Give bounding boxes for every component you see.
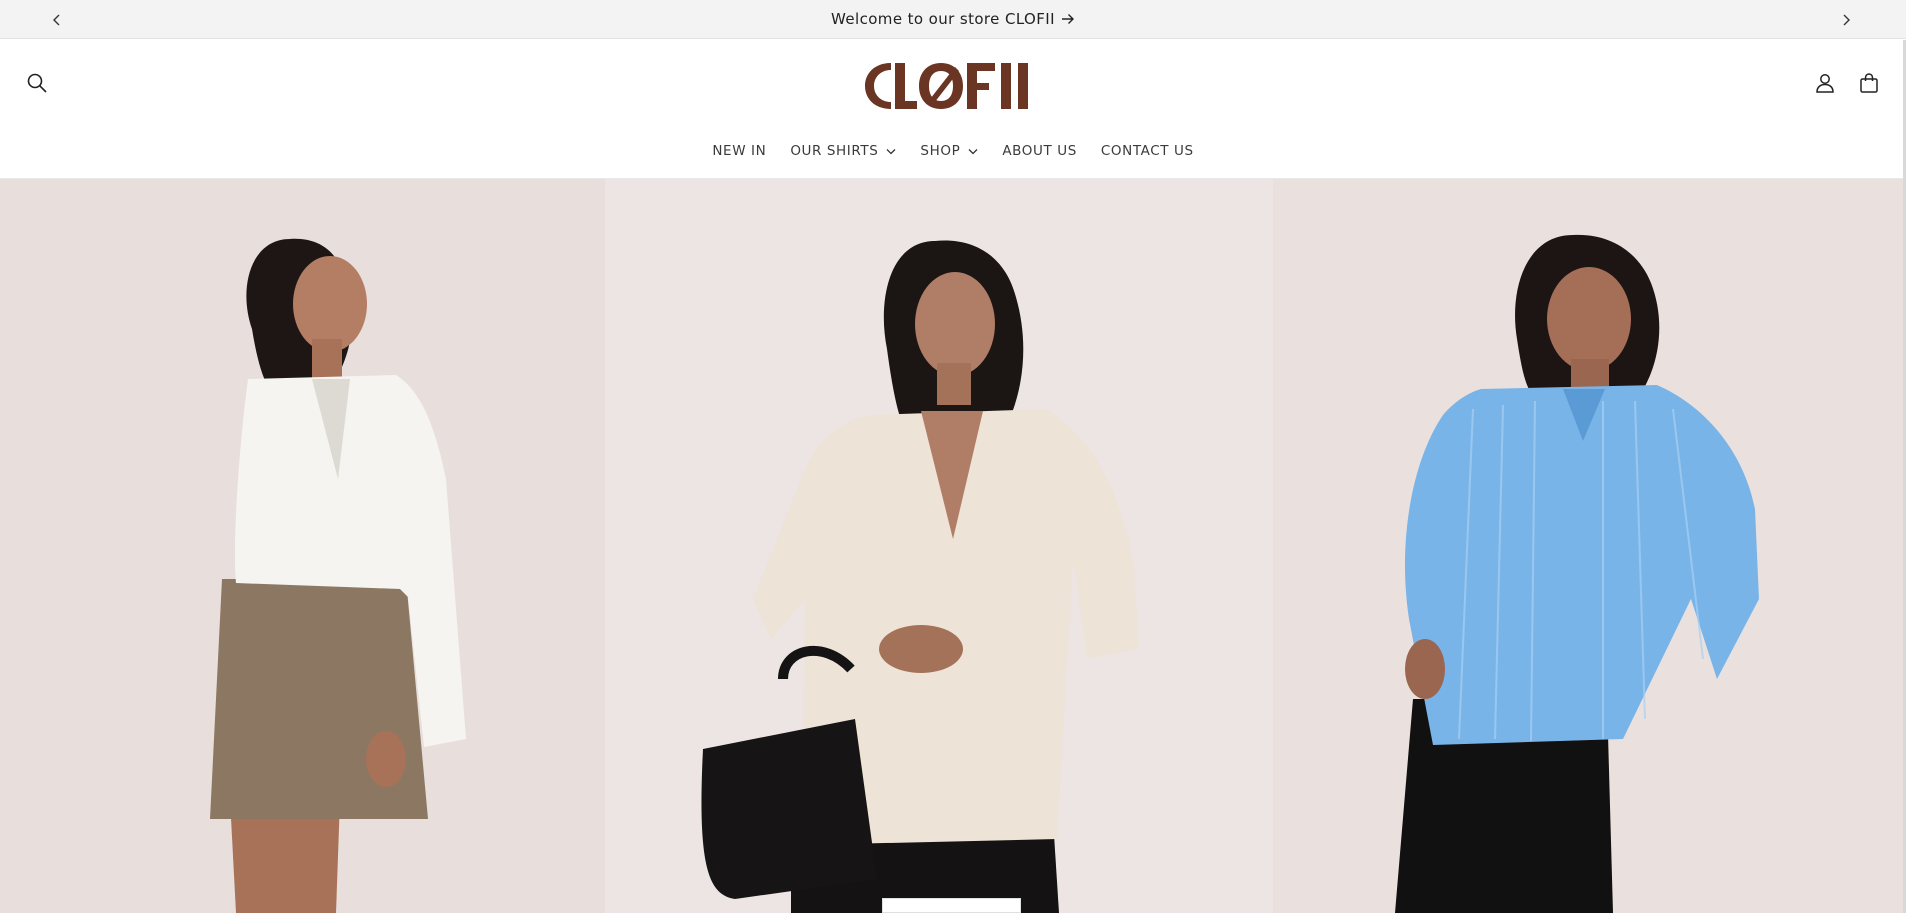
search-button[interactable] xyxy=(17,63,57,103)
nav-item-label: ABOUT US xyxy=(1002,143,1077,159)
hero-image-cream-shirt xyxy=(605,179,1273,913)
search-icon xyxy=(27,73,47,93)
chevron-down-icon xyxy=(968,148,978,154)
chevron-right-icon xyxy=(1843,14,1850,25)
nav-item-label: OUR SHIRTS xyxy=(790,143,879,159)
site-header: NEW IN OUR SHIRTS SHOP ABOUT US CONTACT … xyxy=(0,40,1906,179)
brand-logo[interactable] xyxy=(861,52,1039,120)
announcement-prev-button[interactable] xyxy=(37,0,77,39)
hero-cta-button[interactable] xyxy=(882,898,1021,913)
announcement-text: Welcome to our store CLOFII xyxy=(831,10,1055,28)
nav-item-label: CONTACT US xyxy=(1100,143,1194,159)
nav-item-shop[interactable]: SHOP xyxy=(908,139,990,163)
arrow-right-icon xyxy=(1061,14,1074,24)
nav-item-contact-us[interactable]: CONTACT US xyxy=(1089,139,1206,163)
announcement-bar: Welcome to our store CLOFII xyxy=(0,0,1906,39)
nav-item-about-us[interactable]: ABOUT US xyxy=(990,139,1089,163)
nav-item-our-shirts[interactable]: OUR SHIRTS xyxy=(778,139,908,163)
chevron-down-icon xyxy=(886,148,896,154)
chevron-left-icon xyxy=(53,14,60,25)
hero-banner[interactable] xyxy=(0,179,1906,913)
account-icon xyxy=(1816,74,1834,93)
account-button[interactable] xyxy=(1805,63,1845,103)
hero-image-blue-shirt xyxy=(1273,179,1906,913)
main-navigation: NEW IN OUR SHIRTS SHOP ABOUT US CONTACT … xyxy=(0,136,1906,166)
nav-item-new-in[interactable]: NEW IN xyxy=(700,139,778,163)
clofii-logo xyxy=(865,63,1028,109)
nav-item-label: NEW IN xyxy=(712,143,767,159)
announcement-next-button[interactable] xyxy=(1826,0,1866,39)
cart-button[interactable] xyxy=(1849,63,1889,103)
nav-item-label: SHOP xyxy=(920,143,961,159)
announcement-link[interactable]: Welcome to our store CLOFII xyxy=(831,10,1075,28)
hero-image-white-shirt xyxy=(0,179,605,913)
cart-icon xyxy=(1860,73,1878,93)
